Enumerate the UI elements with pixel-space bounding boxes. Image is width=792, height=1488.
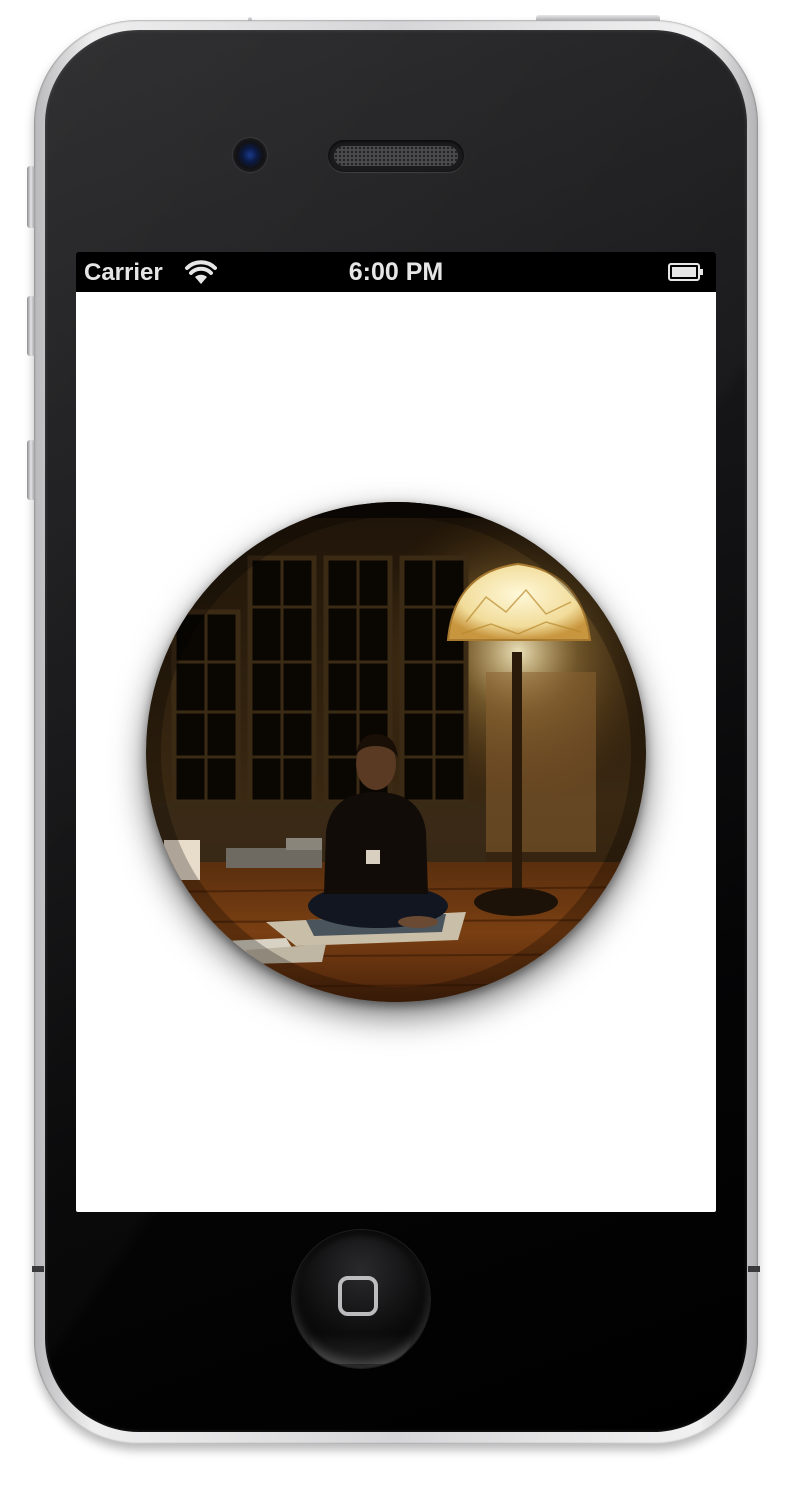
- home-button[interactable]: [292, 1230, 430, 1368]
- status-bar: Carrier 6:00 PM: [76, 252, 716, 292]
- photo-room-scene: [146, 502, 646, 1002]
- speaker-mesh: [334, 146, 458, 166]
- earpiece-speaker: [328, 140, 464, 172]
- antenna-band-right: [748, 1266, 760, 1272]
- sleep-wake-button[interactable]: [536, 15, 660, 21]
- battery-icon: [668, 263, 703, 281]
- mute-switch[interactable]: [27, 166, 35, 228]
- volume-up-button[interactable]: [27, 296, 35, 356]
- front-camera: [233, 138, 267, 172]
- status-time: 6:00 PM: [348, 258, 444, 286]
- home-square-icon: [338, 1276, 378, 1316]
- profile-photo-circle: [146, 502, 646, 1002]
- antenna-band-left: [32, 1266, 44, 1272]
- volume-down-button[interactable]: [27, 440, 35, 500]
- screen: Carrier 6:00 PM: [76, 252, 716, 1212]
- top-mark: [248, 17, 252, 21]
